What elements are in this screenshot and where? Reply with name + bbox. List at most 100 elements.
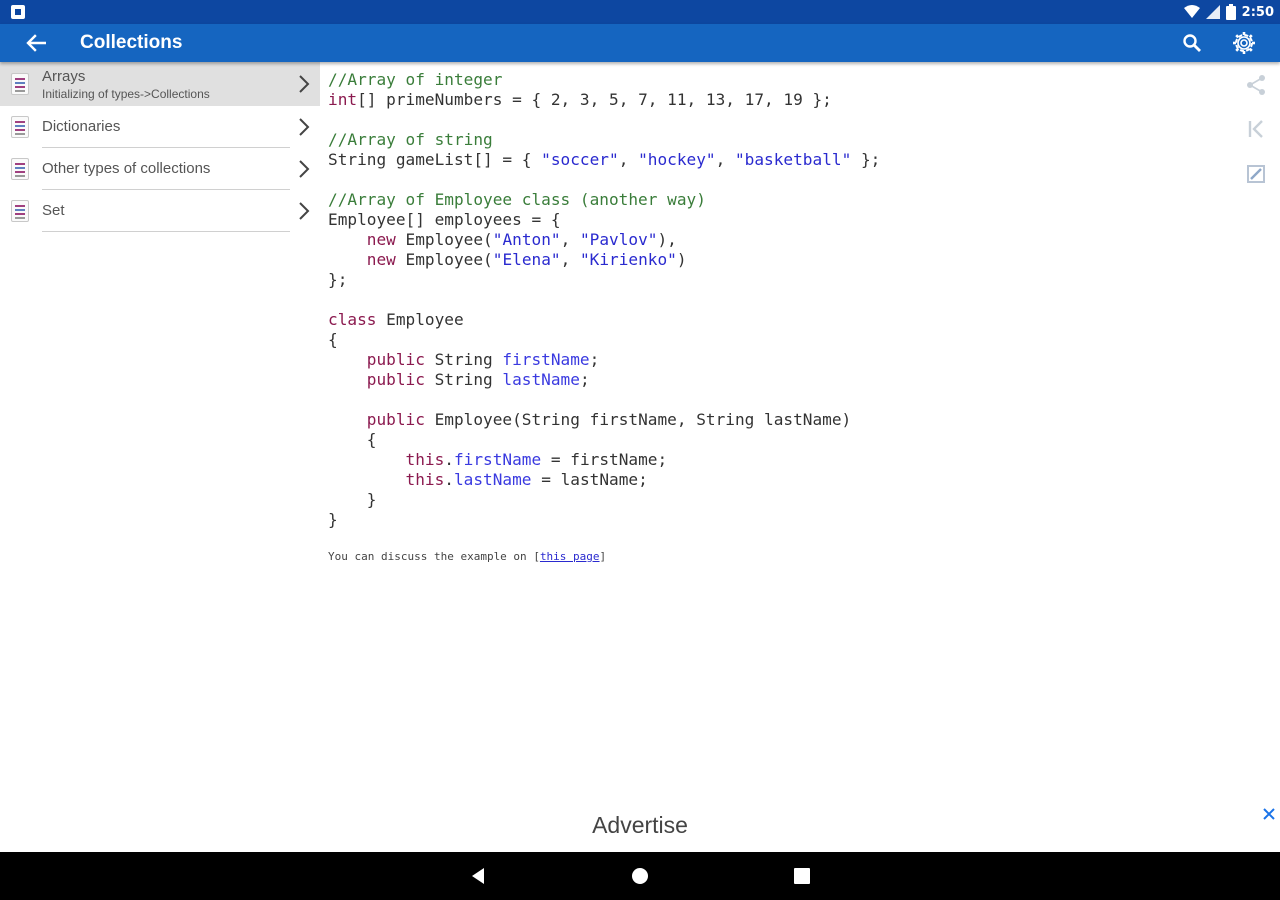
search-button[interactable]	[1178, 28, 1206, 58]
code-line: Employee[] employees = {	[328, 210, 561, 229]
sidebar-item-text: Set	[42, 190, 290, 232]
close-icon	[1263, 808, 1275, 820]
code-token: "Elena"	[492, 250, 561, 269]
code-token: = firstName;	[541, 450, 668, 469]
nav-back-button[interactable]	[466, 864, 490, 888]
nav-home-icon	[632, 868, 648, 884]
code-token: Employee(	[395, 250, 493, 269]
code-token: int	[328, 90, 358, 109]
code-token: //Array of Employee class (another way)	[328, 190, 706, 209]
code-token: String	[424, 370, 503, 389]
status-time: 2:50	[1241, 4, 1274, 20]
settings-button[interactable]	[1228, 27, 1260, 59]
code-token: firstName	[502, 350, 590, 369]
bracket-close: ]	[599, 550, 607, 563]
first-page-button[interactable]	[1243, 116, 1269, 142]
code-token: = lastName;	[531, 470, 648, 489]
notification-icon	[11, 5, 25, 19]
code-token: new	[366, 230, 396, 249]
ad-close-button[interactable]	[1258, 803, 1280, 825]
code-line: class Employee	[328, 310, 464, 329]
code-token: //Array of integer	[328, 70, 503, 89]
search-icon	[1183, 34, 1201, 52]
nav-home-button[interactable]	[628, 864, 652, 888]
code-line: this.lastName = lastName;	[328, 470, 648, 489]
code-token: ,	[560, 250, 580, 269]
share-icon	[1247, 75, 1265, 95]
chevron-right-icon	[299, 75, 310, 93]
code-token: Employee	[376, 310, 464, 329]
code-token: new	[366, 250, 396, 269]
code-token: .	[444, 470, 454, 489]
code-line: new Employee("Elena", "Kirienko")	[328, 250, 687, 269]
code-token: ,	[560, 230, 580, 249]
code-token: };	[851, 150, 881, 169]
wifi-icon	[1183, 5, 1200, 18]
discuss-note: You can discuss the example on [this pag…	[328, 550, 1228, 563]
edit-note-button[interactable]	[1243, 161, 1269, 187]
sidebar-item-text: Arrays Initializing of types->Collection…	[42, 62, 290, 106]
code-token: public	[366, 350, 425, 369]
code-token: [] primeNumbers = { 2, 3, 5, 7, 11, 13, …	[357, 90, 832, 109]
back-button[interactable]	[20, 28, 52, 58]
sidebar-item-arrays[interactable]: Arrays Initializing of types->Collection…	[0, 62, 320, 106]
code-line: public Employee(String firstName, String…	[328, 410, 851, 429]
code-token: //Array of string	[328, 130, 493, 149]
code-token: "Pavlov"	[579, 230, 658, 249]
code-token: this	[405, 450, 445, 469]
code-token: ;	[589, 350, 600, 369]
document-icon	[11, 73, 29, 95]
share-button[interactable]	[1243, 72, 1269, 98]
code-token: ;	[579, 370, 590, 389]
code-token: Employee(	[395, 230, 493, 249]
sidebar-item-label: Arrays	[42, 67, 86, 85]
sidebar-item-other-collections[interactable]: Other types of collections	[0, 148, 320, 190]
code-token: .	[444, 450, 454, 469]
advertise-banner[interactable]: Advertise	[0, 812, 1280, 846]
code-token: lastName	[502, 370, 580, 389]
document-icon	[11, 158, 29, 180]
code-token: }	[328, 510, 338, 529]
page-title: Collections	[80, 32, 183, 53]
sidebar-item-subtitle: Initializing of types->Collections	[42, 86, 210, 101]
code-token: };	[328, 270, 348, 289]
sidebar-item-label: Set	[42, 202, 65, 219]
code-token: "Kirienko"	[579, 250, 677, 269]
sidebar-item-text: Dictionaries	[42, 106, 290, 148]
code-token: public	[366, 370, 425, 389]
sidebar-item-set[interactable]: Set	[0, 190, 320, 232]
discuss-text: You can discuss the example on	[328, 550, 534, 563]
nav-recents-button[interactable]	[790, 864, 814, 888]
code-line: new Employee("Anton", "Pavlov"),	[328, 230, 677, 249]
code-token: ,	[618, 150, 639, 169]
code-token: {	[328, 430, 377, 449]
code-line: int[] primeNumbers = { 2, 3, 5, 7, 11, 1…	[328, 90, 832, 109]
code-token: Employee(String firstName, String lastNa…	[424, 410, 852, 429]
sidebar-item-label: Other types of collections	[42, 160, 211, 177]
discuss-link[interactable]: this page	[540, 550, 600, 563]
chevron-right-icon	[299, 202, 310, 220]
first-page-icon	[1248, 120, 1263, 138]
code-token: {	[328, 330, 338, 349]
sidebar-item-dictionaries[interactable]: Dictionaries	[0, 106, 320, 148]
code-line: }	[328, 490, 377, 509]
code-line: public String lastName;	[328, 370, 590, 389]
code-line: //Array of string	[328, 130, 493, 149]
sidebar-item-label: Dictionaries	[42, 118, 121, 135]
code-line: this.firstName = firstName;	[328, 450, 668, 469]
code-line: //Array of integer	[328, 70, 502, 89]
code-line: String gameList[] = { "soccer", "hockey"…	[328, 150, 880, 169]
chevron-right-icon	[299, 160, 310, 178]
system-nav-bar	[0, 852, 1280, 900]
bracket-open: [	[533, 550, 540, 563]
code-token: )	[676, 250, 687, 269]
back-arrow-icon	[26, 34, 46, 52]
code-line: {	[328, 330, 338, 349]
signal-icon	[1205, 5, 1220, 19]
code-token: "basketball"	[734, 150, 852, 169]
